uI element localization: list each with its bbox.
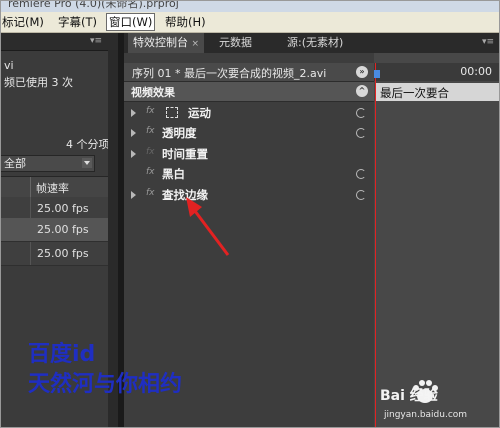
effect-row-black-white[interactable]: fx 黑白 bbox=[124, 164, 374, 184]
effect-name: 黑白 bbox=[162, 167, 185, 181]
frame-rate-cell: 25.00 fps bbox=[37, 247, 89, 260]
menu-window[interactable]: 窗口(W) bbox=[106, 13, 156, 31]
reset-icon[interactable] bbox=[356, 190, 366, 200]
reset-icon[interactable] bbox=[356, 108, 366, 118]
tab-source[interactable]: 源:(无素材) bbox=[282, 33, 348, 53]
panel-menu-icon[interactable]: ▾≡ bbox=[482, 37, 494, 47]
video-effects-title: 视频效果 bbox=[131, 86, 175, 99]
fx-toggle-icon[interactable]: fx bbox=[146, 188, 155, 198]
sequence-label: 序列 01 * 最后一次要合成的视频_2.avi bbox=[132, 67, 327, 80]
effect-row-find-edges[interactable]: fx 查找边缘 bbox=[124, 185, 374, 205]
motion-transform-icon[interactable] bbox=[166, 107, 178, 118]
frame-rate-cell: 25.00 fps bbox=[37, 223, 89, 236]
reset-icon[interactable] bbox=[356, 169, 366, 179]
column-divider bbox=[30, 177, 31, 197]
fx-toggle-icon[interactable]: fx bbox=[146, 106, 155, 116]
clip-name: vi bbox=[4, 59, 14, 72]
sequence-clip-bar: 序列 01 * 最后一次要合成的视频_2.avi » bbox=[124, 63, 374, 82]
playhead-handle[interactable] bbox=[374, 70, 380, 78]
red-arrow-annotation bbox=[186, 197, 230, 256]
effect-name: 运动 bbox=[188, 106, 211, 120]
effect-name: 时间重置 bbox=[162, 147, 208, 161]
column-divider bbox=[30, 218, 31, 241]
effect-row-motion[interactable]: fx 运动 bbox=[124, 103, 374, 123]
watermark-line-1: 百度id bbox=[28, 342, 96, 367]
menu-title[interactable]: 字幕(T) bbox=[56, 14, 99, 30]
fx-toggle-icon: fx bbox=[146, 147, 155, 157]
panel-menu-icon[interactable]: ▾≡ bbox=[90, 36, 102, 46]
playhead-line[interactable] bbox=[375, 63, 376, 428]
tab-effect-controls-label: 特效控制台 bbox=[133, 36, 188, 49]
column-divider bbox=[30, 242, 31, 265]
tab-metadata[interactable]: 元数据 bbox=[214, 33, 257, 53]
tab-effect-controls[interactable]: 特效控制台 × bbox=[128, 33, 205, 53]
menu-marker[interactable]: 标记(M) bbox=[0, 14, 46, 30]
time-ruler[interactable]: 00:00 bbox=[374, 63, 500, 81]
expand-triangle-icon[interactable] bbox=[131, 129, 136, 137]
expand-triangle-icon[interactable] bbox=[131, 191, 136, 199]
chevron-down-icon bbox=[82, 158, 92, 168]
collapse-icon[interactable]: ^ bbox=[356, 85, 368, 97]
menu-bar: 标记(M) 字幕(T) 窗口(W) 帮助(H) bbox=[0, 12, 500, 33]
effect-name: 透明度 bbox=[162, 126, 197, 140]
timeline-clip-label: 最后一次要合 bbox=[380, 86, 449, 100]
baidu-logo-text: Bai 经验 bbox=[380, 388, 438, 404]
fx-toggle-icon[interactable]: fx bbox=[146, 126, 155, 136]
close-icon[interactable]: × bbox=[192, 39, 200, 49]
column-header-frame-rate[interactable]: 帧速率 bbox=[36, 180, 69, 196]
menu-help[interactable]: 帮助(H) bbox=[163, 14, 208, 30]
clip-usage: 频已使用 3 次 bbox=[4, 76, 73, 89]
window-title: remiere Pro (4.0)(未命名).prproj bbox=[8, 0, 179, 10]
main-tab-bar: 特效控制台 × 元数据 源:(无素材) ▾≡ bbox=[124, 33, 500, 53]
reset-icon[interactable] bbox=[356, 128, 366, 138]
timeline-clip[interactable]: 最后一次要合 bbox=[376, 83, 500, 101]
item-count: 4 个分项 bbox=[66, 138, 110, 151]
timecode: 00:00 bbox=[460, 65, 492, 78]
expand-triangle-icon[interactable] bbox=[131, 150, 136, 158]
filter-value: 全部 bbox=[4, 157, 26, 170]
watermark-line-2: 天然河与你相约 bbox=[28, 372, 183, 397]
table-row[interactable]: 25.00 fps bbox=[0, 218, 108, 242]
video-effects-header: 视频效果 ^ bbox=[124, 82, 374, 102]
window-title-bar: remiere Pro (4.0)(未命名).prproj bbox=[0, 0, 500, 12]
effect-row-time-remap[interactable]: fx 时间重置 bbox=[124, 144, 374, 164]
arrow-shaft bbox=[190, 206, 230, 256]
effect-row-opacity[interactable]: fx 透明度 bbox=[124, 123, 374, 143]
table-row[interactable]: 25.00 fps bbox=[0, 242, 108, 266]
column-divider bbox=[30, 197, 31, 220]
fx-toggle-icon[interactable]: fx bbox=[146, 167, 155, 177]
filter-dropdown[interactable]: 全部 bbox=[0, 155, 95, 172]
column-header-row: 帧速率 bbox=[0, 176, 108, 198]
effect-timeline-area[interactable] bbox=[374, 53, 500, 428]
frame-rate-cell: 25.00 fps bbox=[37, 202, 89, 215]
project-panel-tab-bar: ▾≡ bbox=[0, 33, 118, 51]
baidu-url: jingyan.baidu.com bbox=[384, 410, 468, 420]
arrow-head bbox=[186, 197, 202, 217]
show-timeline-icon[interactable]: » bbox=[356, 66, 368, 78]
expand-triangle-icon[interactable] bbox=[131, 109, 136, 117]
